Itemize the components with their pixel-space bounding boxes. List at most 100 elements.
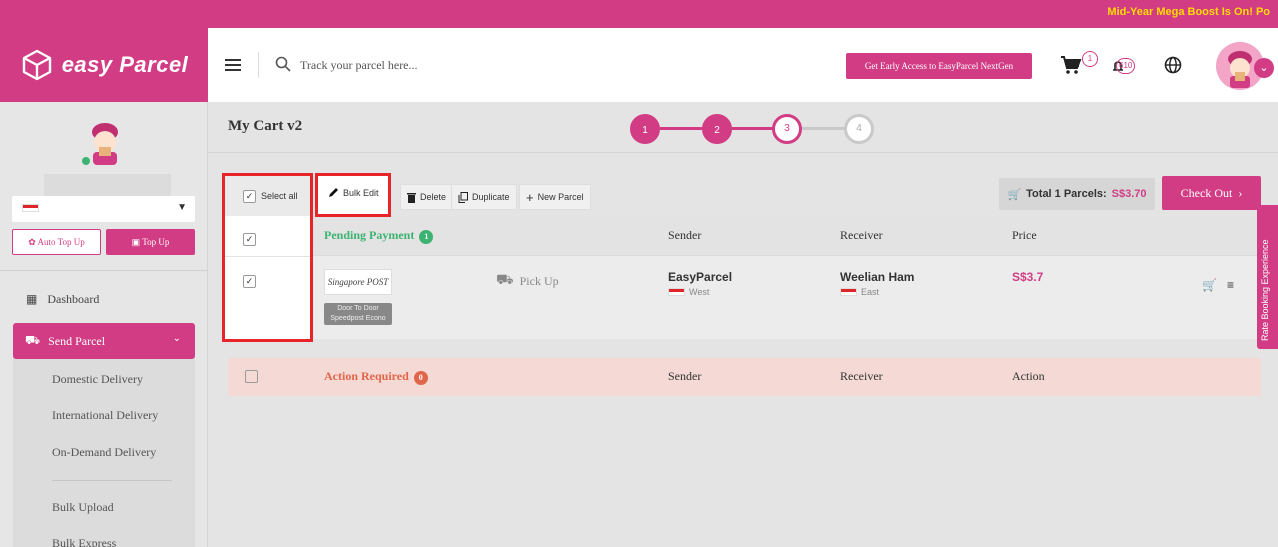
sidebar-item-label: Dashboard xyxy=(47,292,100,306)
row-menu-icon[interactable]: ≡ xyxy=(1227,278,1234,292)
bulk-edit-highlight: Bulk Edit xyxy=(315,173,391,217)
notification-count-badge: 610 xyxy=(1116,58,1136,74)
language-button[interactable] xyxy=(1164,52,1182,78)
sidebar-item-send-parcel[interactable]: ⛟ Send Parcel ⌄ xyxy=(13,323,195,359)
online-status-dot xyxy=(82,157,90,165)
rate-booking-experience-tab[interactable]: Rate Booking Experience xyxy=(1257,205,1278,349)
sidebar: ▼ ✿ Auto Top Up ▣ Top Up ▦ Dashboard ⛟ S… xyxy=(0,102,208,547)
truck-icon: ⛟ xyxy=(496,273,514,288)
cart-count-badge: 1 xyxy=(1082,51,1098,67)
auto-top-up-button[interactable]: ✿ Auto Top Up xyxy=(12,229,101,255)
pickup-method: ⛟ Pick Up xyxy=(496,272,559,290)
row-price: S$3.7 xyxy=(1012,270,1044,284)
checkout-label: Check Out xyxy=(1180,185,1233,200)
plus-icon: + xyxy=(526,189,534,205)
duplicate-button[interactable]: Duplicate xyxy=(451,184,517,210)
submenu-divider xyxy=(52,480,172,481)
action-required-checkbox[interactable] xyxy=(245,370,258,383)
brand-logo[interactable]: easy Parcel xyxy=(0,28,208,102)
pending-payment-label: Pending Payment 1 xyxy=(324,228,434,244)
country-select[interactable]: ▼ xyxy=(12,196,195,222)
sidebar-divider xyxy=(0,270,208,271)
trash-icon xyxy=(407,192,416,203)
row-checkbox-cell: ✓ xyxy=(243,273,256,288)
chevron-down-icon: ▼ xyxy=(177,202,187,213)
chevron-right-icon: › xyxy=(1235,185,1243,200)
col-sender: Sender xyxy=(668,228,702,242)
col-sender: Sender xyxy=(668,369,702,383)
pending-payment-header: Pending Payment 1 Sender Receiver Price xyxy=(228,217,1261,255)
col-price: Price xyxy=(1012,228,1037,242)
singapore-flag-icon xyxy=(840,288,857,296)
row-actions: 🛒 ≡ xyxy=(1202,278,1234,292)
singapore-flag-icon xyxy=(668,288,685,296)
receiver-region: East xyxy=(861,287,880,297)
row-checkbox[interactable]: ✓ xyxy=(243,275,256,288)
new-parcel-label: New Parcel xyxy=(537,192,584,202)
header-divider xyxy=(258,52,259,78)
top-up-button[interactable]: ▣ Top Up xyxy=(106,229,195,255)
pending-group-checkbox[interactable]: ✓ xyxy=(243,233,256,246)
top-header: easy Parcel Get Early Access to EasyParc… xyxy=(0,28,1278,102)
notifications-button[interactable]: 610 xyxy=(1112,52,1136,78)
pencil-icon xyxy=(329,188,338,197)
hamburger-menu-icon[interactable] xyxy=(222,54,244,76)
sender-cell: EasyParcel West xyxy=(668,270,732,297)
sidebar-subitem-bulk-express[interactable]: Bulk Express xyxy=(52,536,116,547)
add-to-cart-icon[interactable]: 🛒 xyxy=(1202,278,1217,292)
select-all-checkbox[interactable]: ✓ xyxy=(243,189,256,203)
step-1: 1 xyxy=(630,114,660,144)
announcement-text[interactable]: Mid-Year Mega Boost Is On! Po xyxy=(1107,6,1270,18)
sidebar-subitem-on-demand[interactable]: On-Demand Delivery xyxy=(52,445,156,460)
sender-region: West xyxy=(689,287,710,297)
checkbox-divider xyxy=(225,256,310,257)
top-up-label: Top Up xyxy=(142,236,170,247)
select-all-label: Select all xyxy=(261,191,298,201)
step-2: 2 xyxy=(702,114,732,144)
new-parcel-button[interactable]: + New Parcel xyxy=(519,184,591,210)
checkout-button[interactable]: Check Out › xyxy=(1162,176,1261,210)
auto-top-up-label: Auto Top Up xyxy=(37,236,85,247)
delete-label: Delete xyxy=(420,192,447,202)
receiver-name: Weelian Ham xyxy=(840,270,915,284)
total-amount: S$3.70 xyxy=(1111,188,1147,200)
step-3: 3 xyxy=(772,114,802,144)
singapore-flag-icon xyxy=(22,204,39,212)
cart-icon: 🛒 xyxy=(1007,188,1022,201)
duplicate-label: Duplicate xyxy=(472,192,510,202)
courier-logo: Singapore POST xyxy=(324,269,392,295)
track-parcel-input[interactable] xyxy=(300,52,620,78)
avatar-dropdown-icon[interactable]: ⌄ xyxy=(1254,58,1274,78)
cart-icon xyxy=(1061,56,1082,74)
credit-icon: ▣ xyxy=(131,236,141,247)
sidebar-item-dashboard[interactable]: ▦ Dashboard xyxy=(26,292,99,307)
delete-button[interactable]: Delete xyxy=(400,184,454,210)
page-title: My Cart v2 xyxy=(228,118,303,134)
col-action: Action xyxy=(1012,369,1045,383)
sender-name: EasyParcel xyxy=(668,270,733,284)
sidebar-subitem-domestic[interactable]: Domestic Delivery xyxy=(52,372,143,387)
col-receiver: Receiver xyxy=(840,228,883,242)
search-icon[interactable] xyxy=(274,55,292,73)
bulk-edit-label: Bulk Edit xyxy=(343,187,379,198)
dashboard-icon: ▦ xyxy=(26,292,38,306)
select-all-control[interactable]: ✓ Select all xyxy=(225,176,310,216)
bulk-edit-button[interactable]: Bulk Edit xyxy=(328,187,379,198)
gear-icon: ✿ xyxy=(28,236,36,247)
sidebar-item-label: Send Parcel xyxy=(48,333,106,348)
service-tag: Door To Door Speedpost Econo xyxy=(324,303,392,325)
copy-icon xyxy=(458,191,468,203)
sidebar-subitem-international[interactable]: International Delivery xyxy=(52,408,158,423)
box-logo-icon xyxy=(22,49,51,81)
parcel-row[interactable] xyxy=(228,255,1261,339)
action-required-text: Action Required xyxy=(324,369,409,383)
pickup-label: Pick Up xyxy=(519,273,559,288)
nextgen-access-button[interactable]: Get Early Access to EasyParcel NextGen xyxy=(846,53,1032,79)
pending-payment-text: Pending Payment xyxy=(324,228,415,242)
pending-group-checkbox-cell: ✓ xyxy=(243,231,256,246)
cart-button[interactable]: 1 xyxy=(1060,51,1098,78)
profile-name-placeholder xyxy=(44,174,171,196)
step-4: 4 xyxy=(844,114,874,144)
total-label: Total 1 Parcels: xyxy=(1026,188,1107,200)
sidebar-subitem-bulk-upload[interactable]: Bulk Upload xyxy=(52,500,114,515)
